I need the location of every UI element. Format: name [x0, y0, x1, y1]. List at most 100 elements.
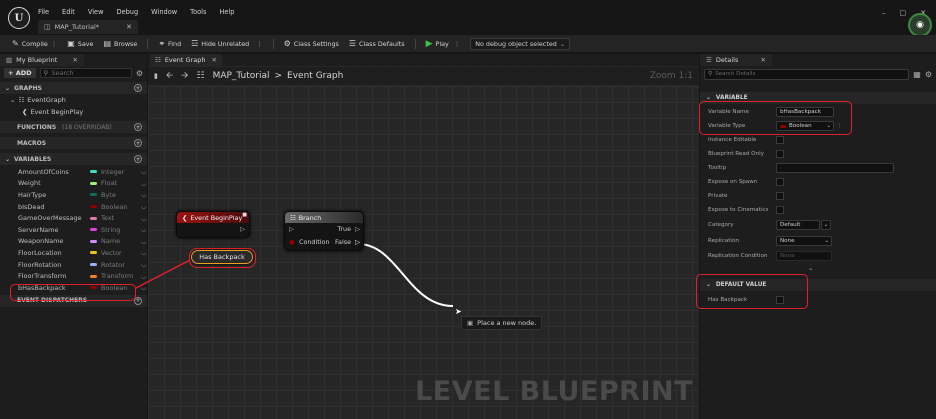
node-branch[interactable]: ☷ Branch ▷ True ▷ ● Condition False ▷ [284, 211, 364, 251]
more-icon[interactable]: ⋮ [256, 40, 262, 48]
details-search-input[interactable]: ⚲ Search Details [704, 68, 910, 80]
save-button[interactable]: ▣ Save [67, 39, 93, 48]
close-icon[interactable]: ✕ [126, 23, 132, 31]
tree-item-event-beginplay[interactable]: ❮ Event BeginPlay [0, 106, 147, 118]
category-dropdown-button[interactable]: ⌄ [821, 220, 831, 230]
table-view-icon[interactable]: ▦ [913, 70, 921, 79]
variable-row[interactable]: FloorRotation Rotator ◡ [0, 259, 147, 271]
hide-unrelated-button[interactable]: ☲ Hide Unrelated ⋮ [191, 39, 263, 48]
variable-row[interactable]: FloorLocation Vector ◡ [0, 247, 147, 259]
eye-icon[interactable]: ◡ [141, 180, 146, 187]
variable-name: HairType [18, 190, 47, 199]
node-event-beginplay[interactable]: ❮ Event BeginPlay ▷ ■ [176, 211, 250, 238]
variable-row[interactable]: WeaponName Name ◡ [0, 236, 147, 248]
play-button[interactable]: ▶ Play ⋮ [426, 39, 461, 49]
node-event-beginplay-header: ❮ Event BeginPlay [177, 212, 249, 223]
menu-window[interactable]: Window [151, 8, 177, 16]
category-input[interactable]: Default [776, 220, 820, 230]
eye-icon[interactable]: ◡ [141, 203, 146, 210]
search-input[interactable]: ⚲ Search [39, 68, 132, 78]
section-graphs[interactable]: ⌄ GRAPHS + [0, 82, 147, 94]
gear-icon[interactable]: ⚙ [136, 69, 143, 78]
eye-icon[interactable]: ◡ [141, 168, 146, 175]
gear-icon[interactable]: ⚙ [925, 70, 932, 79]
variable-row[interactable]: HairType Byte ◡ [0, 189, 147, 201]
exec-false-pin-icon[interactable]: ▷ [355, 238, 360, 246]
delegate-pin-icon[interactable]: ■ [242, 212, 247, 218]
find-button[interactable]: ⚭ Find [158, 39, 181, 48]
section-macros[interactable]: MACROS + [0, 137, 147, 149]
variables-header: VARIABLES [14, 155, 52, 163]
document-tab[interactable]: ◫ MAP_Tutorial* ✕ [38, 20, 138, 34]
expose-on-spawn-checkbox[interactable] [776, 178, 784, 186]
exec-out-pin-icon[interactable]: ▷ [240, 225, 245, 233]
eye-icon[interactable]: ◡ [141, 226, 146, 233]
variable-row[interactable]: Weight Float ◡ [0, 178, 147, 190]
event-graph-panel[interactable]: ☷ Event Graph ✕ ▮ 🡨 🡪 ☷ MAP_Tutorial > E… [148, 54, 699, 419]
chevron-down-icon: ⌄ [559, 39, 566, 48]
highlight-variable-bhasbackpack [10, 284, 136, 301]
menu-debug[interactable]: Debug [116, 8, 138, 16]
compile-button[interactable]: ✎ Compile ⋮ [12, 39, 57, 48]
section-functions[interactable]: FUNCTIONS (18 OVERRIDAB) + [0, 121, 147, 133]
eye-icon[interactable]: ◡ [141, 261, 146, 268]
maximize-button[interactable]: □ [900, 9, 907, 17]
variable-row[interactable]: bIsDead Boolean ◡ [0, 201, 147, 213]
exec-in-pin-icon[interactable]: ▷ [289, 225, 294, 233]
private-checkbox[interactable] [776, 192, 784, 200]
section-variables[interactable]: ⌄ VARIABLES + [0, 153, 147, 165]
eye-icon[interactable]: ◡ [141, 284, 146, 291]
my-blueprint-tab[interactable]: ▧ My Blueprint ✕ [0, 54, 84, 66]
menu-help[interactable]: Help [219, 8, 234, 16]
compile-icon: ✎ [12, 39, 19, 48]
variable-row[interactable]: FloorTransform Transform ◡ [0, 270, 147, 282]
close-icon[interactable]: ✕ [761, 56, 766, 64]
menu-file[interactable]: File [38, 8, 49, 16]
level-blueprint-watermark: LEVEL BLUEPRINT [415, 376, 693, 407]
menu-tools[interactable]: Tools [190, 8, 206, 16]
eye-icon[interactable]: ◡ [141, 215, 146, 222]
debug-object-select[interactable]: No debug object selected ⌄ [470, 37, 571, 50]
add-macro-button[interactable]: + [134, 139, 142, 147]
variable-row[interactable]: ServerName String ◡ [0, 224, 147, 236]
source-control-icon[interactable]: ◉ [908, 13, 932, 37]
place-new-node-hint[interactable]: ▣ Place a new node. [461, 316, 543, 330]
tree-item-eventgraph[interactable]: ⌄ ☷ EventGraph [0, 94, 147, 106]
more-icon[interactable]: ⋮ [454, 40, 460, 48]
chevron-down-icon[interactable]: ⋮ [51, 40, 57, 48]
add-button[interactable]: + ADD [4, 68, 36, 78]
add-function-button[interactable]: + [134, 123, 142, 131]
menu-view[interactable]: View [88, 8, 104, 16]
eye-icon[interactable]: ◡ [141, 191, 146, 198]
add-variable-button[interactable]: + [134, 155, 142, 163]
details-icon: ☰ [706, 56, 712, 64]
add-graph-button[interactable]: + [134, 84, 142, 92]
menu-edit[interactable]: Edit [62, 8, 75, 16]
tooltip-input[interactable] [776, 163, 894, 173]
eye-icon[interactable]: ◡ [141, 249, 146, 256]
node-event-beginplay-title: Event BeginPlay [190, 213, 243, 222]
class-defaults-button[interactable]: ☰ Class Defaults [349, 39, 405, 48]
expose-to-cinematics-checkbox[interactable] [776, 206, 784, 214]
variable-row[interactable]: GameOverMessage Text ◡ [0, 212, 147, 224]
variable-type: Byte [101, 190, 116, 199]
advanced-expander[interactable]: ⌄ [700, 263, 936, 273]
instance-editable-checkbox[interactable] [776, 136, 784, 144]
variable-row[interactable]: AmountOfCoins Integer ◡ [0, 166, 147, 178]
eye-icon[interactable]: ◡ [141, 273, 146, 280]
browse-button[interactable]: ▤ Browse [103, 39, 137, 48]
blueprint-read-only-checkbox[interactable] [776, 150, 784, 158]
details-tab[interactable]: ☰ Details ✕ [700, 54, 772, 66]
unreal-logo-icon[interactable]: U [8, 7, 30, 29]
class-settings-button[interactable]: ⚙ Class Settings [284, 39, 339, 48]
replication-select[interactable]: None ⌄ [776, 236, 832, 246]
class-settings-label: Class Settings [293, 39, 339, 48]
row-expose-to-cinematics: Expose to Cinematics [700, 203, 936, 217]
minimize-button[interactable]: – [882, 9, 886, 17]
replication-value: None [780, 238, 795, 244]
exec-true-pin-icon[interactable]: ▷ [355, 225, 360, 233]
condition-pin-icon[interactable]: ● [289, 238, 295, 246]
close-icon[interactable]: ✕ [73, 56, 78, 64]
eye-icon[interactable]: ◡ [141, 238, 146, 245]
variable-type-color-icon [90, 263, 97, 267]
